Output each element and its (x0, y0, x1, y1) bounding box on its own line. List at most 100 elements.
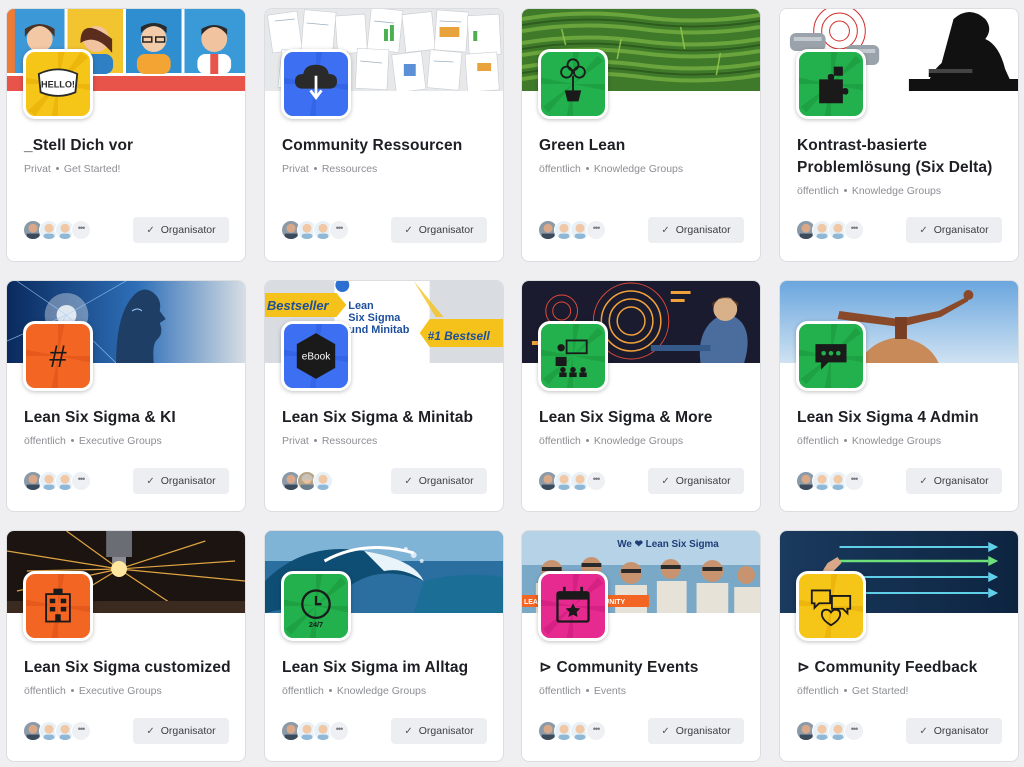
more-members-icon[interactable]: ••• (844, 471, 864, 491)
check-icon: ✓ (404, 224, 413, 236)
category-label: Knowledge Groups (851, 435, 942, 447)
group-meta: öffentlich Knowledge Groups (797, 435, 1008, 447)
cloud-download-icon (281, 49, 351, 119)
group-title[interactable]: Lean Six Sigma im Alltag (282, 657, 491, 679)
check-icon: ✓ (919, 725, 928, 737)
group-card-stell-dich-vor[interactable]: HELLO! _Stell Dich vor Privat Get Started… (6, 8, 246, 262)
more-members-icon[interactable]: ••• (329, 220, 349, 240)
organisator-button[interactable]: ✓ Organisator (906, 468, 1002, 494)
check-icon: ✓ (404, 475, 413, 487)
group-title[interactable]: ⊳ Community Feedback (797, 657, 1006, 679)
organisator-button[interactable]: ✓ Organisator (133, 468, 229, 494)
category-label: Knowledge Groups (593, 163, 684, 175)
member-avatars[interactable]: ••• (538, 220, 608, 240)
category-label: Get Started! (63, 163, 121, 175)
category-label: Ressources (321, 163, 378, 175)
privacy-label: öffentlich (539, 435, 581, 447)
group-card-lss-more[interactable]: Lean Six Sigma & More öffentlich Knowledg… (521, 280, 761, 512)
more-members-icon[interactable]: ••• (586, 220, 606, 240)
group-meta: Privat Ressources (282, 435, 493, 447)
svg-text:24/7: 24/7 (309, 620, 323, 629)
group-title[interactable]: Kontrast-basierte Problemlösung (Six Del… (797, 135, 1006, 179)
check-icon: ✓ (661, 224, 670, 236)
svg-text:We ❤ Lean Six Sigma: We ❤ Lean Six Sigma (617, 539, 719, 550)
group-title[interactable]: Lean Six Sigma & More (539, 407, 748, 429)
member-avatars[interactable]: ••• (23, 721, 93, 741)
group-card-lss-ki[interactable]: # Lean Six Sigma & KI öffentlich Executiv… (6, 280, 246, 512)
member-avatars[interactable]: ••• (538, 471, 608, 491)
member-avatars[interactable]: ••• (281, 220, 351, 240)
group-card-green-lean[interactable]: Green Lean öffentlich Knowledge Groups ••… (521, 8, 761, 262)
group-title[interactable]: _Stell Dich vor (24, 135, 233, 157)
organisator-button[interactable]: ✓ Organisator (391, 468, 487, 494)
category-label: Events (593, 685, 626, 697)
group-card-lss-minitab[interactable]: Lean Six Sigma und Minitab Bestseller #1… (264, 280, 504, 512)
category-label: Executive Groups (78, 435, 162, 447)
privacy-label: Privat (24, 163, 51, 175)
privacy-label: öffentlich (539, 163, 581, 175)
member-avatars[interactable]: ••• (538, 721, 608, 741)
group-meta: öffentlich Knowledge Groups (539, 435, 750, 447)
more-members-icon[interactable]: ••• (71, 721, 91, 741)
more-members-icon[interactable]: ••• (844, 220, 864, 240)
organisator-button[interactable]: ✓ Organisator (133, 718, 229, 744)
organisator-button[interactable]: ✓ Organisator (391, 718, 487, 744)
group-title[interactable]: Community Ressourcen (282, 135, 491, 157)
group-meta: Privat Get Started! (24, 163, 235, 175)
hello-badge-icon: HELLO! (23, 49, 93, 119)
more-members-icon[interactable]: ••• (329, 721, 349, 741)
svg-text:eBook: eBook (302, 352, 331, 363)
more-members-icon[interactable]: ••• (71, 220, 91, 240)
privacy-label: öffentlich (24, 435, 66, 447)
group-card-lss-4-admin[interactable]: Lean Six Sigma 4 Admin öffentlich Knowled… (779, 280, 1019, 512)
check-icon: ✓ (661, 475, 670, 487)
organisator-button[interactable]: ✓ Organisator (133, 217, 229, 243)
member-avatars[interactable]: ••• (281, 721, 351, 741)
check-icon: ✓ (146, 475, 155, 487)
plant-icon (538, 49, 608, 119)
group-card-community-ressourcen[interactable]: Community Ressourcen Privat Ressources ••… (264, 8, 504, 262)
svg-text:#: # (49, 339, 67, 374)
organisator-button[interactable]: ✓ Organisator (906, 217, 1002, 243)
member-avatars[interactable]: ••• (23, 471, 93, 491)
check-icon: ✓ (146, 725, 155, 737)
puzzle-icon (796, 49, 866, 119)
presentation-icon (538, 321, 608, 391)
member-avatars[interactable]: ••• (796, 721, 866, 741)
group-card-lss-customized[interactable]: Lean Six Sigma customized öffentlich Exec… (6, 530, 246, 762)
group-card-lss-im-alltag[interactable]: 24/7 Lean Six Sigma im Alltag öffentlich… (264, 530, 504, 762)
svg-text:HELLO!: HELLO! (41, 80, 75, 90)
group-meta: öffentlich Executive Groups (24, 685, 235, 697)
more-members-icon[interactable]: ••• (586, 471, 606, 491)
group-card-kontrast-basierte-problemloesung[interactable]: Kontrast-basierte Problemlösung (Six Del… (779, 8, 1019, 262)
category-label: Knowledge Groups (851, 185, 942, 197)
group-title[interactable]: Lean Six Sigma 4 Admin (797, 407, 1006, 429)
member-avatars[interactable]: ••• (796, 471, 866, 491)
organisator-button[interactable]: ✓ Organisator (648, 217, 744, 243)
organisator-button[interactable]: ✓ Organisator (648, 468, 744, 494)
svg-text:Lean: Lean (348, 300, 373, 312)
category-label: Knowledge Groups (336, 685, 427, 697)
group-title[interactable]: Lean Six Sigma & Minitab (282, 407, 491, 429)
category-label: Get Started! (851, 685, 909, 697)
member-avatars[interactable]: ••• (23, 220, 93, 240)
group-card-community-events[interactable]: We ❤ Lean Six Sigma LEAN SIX SIGMA COMMU… (521, 530, 761, 762)
more-members-icon[interactable]: ••• (586, 721, 606, 741)
privacy-label: Privat (282, 435, 309, 447)
privacy-label: Privat (282, 163, 309, 175)
more-members-icon[interactable]: ••• (71, 471, 91, 491)
group-title[interactable]: Lean Six Sigma customized (24, 657, 233, 679)
member-avatars[interactable] (281, 471, 351, 491)
group-card-community-feedback[interactable]: ⊳ Community Feedback öffentlich Get Start… (779, 530, 1019, 762)
organisator-button[interactable]: ✓ Organisator (906, 718, 1002, 744)
group-title[interactable]: Green Lean (539, 135, 748, 157)
member-avatars[interactable]: ••• (796, 220, 866, 240)
group-title[interactable]: Lean Six Sigma & KI (24, 407, 233, 429)
organisator-button[interactable]: ✓ Organisator (391, 217, 487, 243)
check-icon: ✓ (919, 475, 928, 487)
group-meta: öffentlich Executive Groups (24, 435, 235, 447)
organisator-button[interactable]: ✓ Organisator (648, 718, 744, 744)
group-title[interactable]: ⊳ Community Events (539, 657, 748, 679)
more-members-icon[interactable]: ••• (844, 721, 864, 741)
category-label: Knowledge Groups (593, 435, 684, 447)
